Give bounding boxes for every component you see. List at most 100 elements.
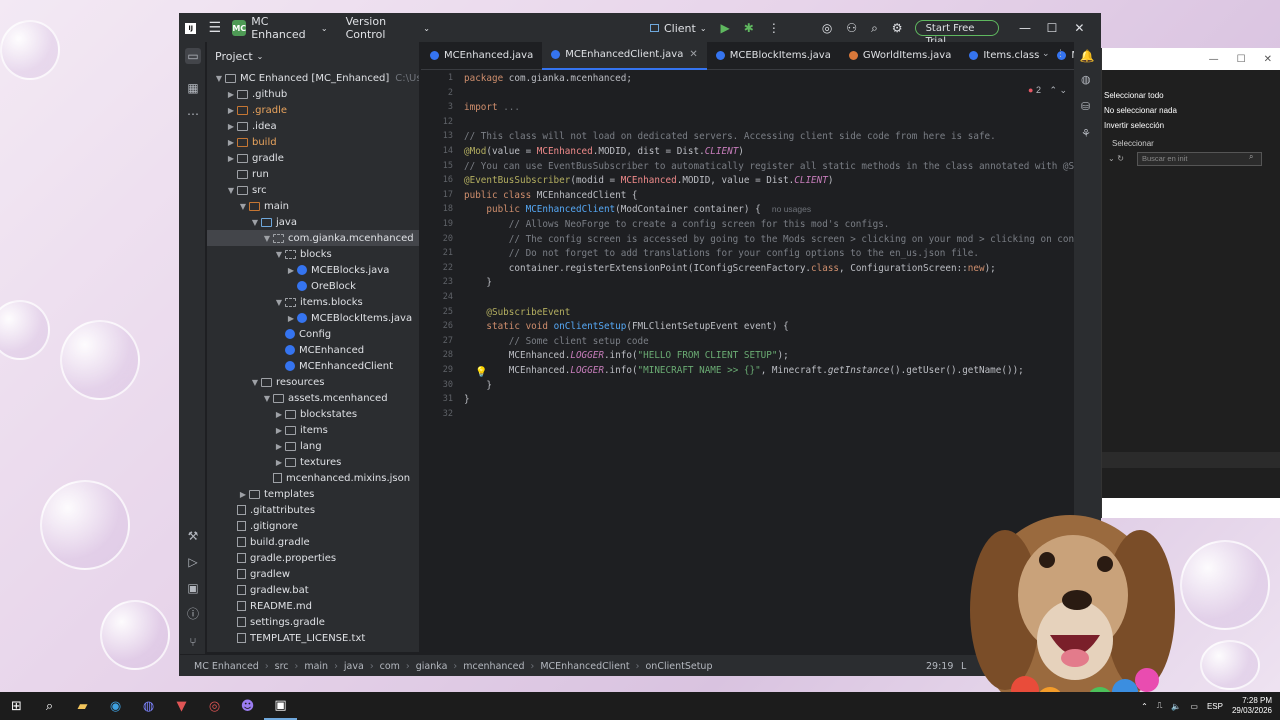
code-line[interactable]: } [464,394,470,405]
tray-chevron-icon[interactable]: ⌃ [1141,702,1148,711]
tree-item[interactable]: ▶ MCEBlockItems.java [207,310,412,326]
expanded-arrow-icon[interactable]: ▼ [225,186,237,195]
editor-tab[interactable]: MCEnhancedClient.java ✕ [542,41,707,70]
app-icon[interactable]: ▼ [165,692,198,720]
notifications-bell-icon[interactable]: 🔔 [1079,48,1095,64]
code-line[interactable]: container.registerExtensionPoint(IConfig… [464,263,996,274]
tree-item[interactable]: ▶ MCEBlocks.java [207,262,389,278]
collapsed-arrow-icon[interactable]: ▶ [225,90,237,99]
code-line[interactable]: @SubscribeEvent [464,307,570,318]
windows-start-icon[interactable]: ⊞ [0,692,33,720]
editor-tab[interactable]: MCEnhanced.java [421,42,542,70]
network-icon[interactable]: ⎍ [1157,701,1163,711]
language-indicator[interactable]: ESP [1207,702,1223,711]
terminal-tool-icon[interactable]: ▣ [185,580,201,596]
battery-icon[interactable]: ▭ [1190,702,1198,711]
tree-item[interactable]: ▼ com.gianka.mcenhanced [207,230,419,246]
cursor-position[interactable]: 29:19 [926,661,953,672]
tree-item[interactable]: ▶ templates [207,486,314,502]
tree-item[interactable]: .gitignore [207,518,298,534]
database-icon[interactable]: ⛁ [1081,100,1090,113]
expanded-arrow-icon[interactable]: ▼ [213,74,225,83]
tree-item[interactable]: ▶ build [207,134,277,150]
run-icon[interactable]: ▶ [721,14,730,42]
code-line[interactable]: @Mod(value = MCEnhanced.MODID, dist = Di… [464,146,744,157]
ai-chat-icon[interactable]: ◍ [1081,73,1091,86]
more-tools-icon[interactable]: ⋯ [185,106,201,122]
expanded-arrow-icon[interactable]: ▼ [261,234,273,243]
file-explorer-icon[interactable]: ▰ [66,692,99,720]
tree-item[interactable]: build.gradle [207,534,310,550]
clock[interactable]: 7:28 PM 29/03/2026 [1232,696,1272,716]
tree-item[interactable]: ▶ blockstates [207,406,357,422]
opera-browser-icon[interactable]: ◎ [198,692,231,720]
breadcrumb-item[interactable]: onClientSetup [645,661,712,672]
expanded-arrow-icon[interactable]: ▼ [273,250,285,259]
search-icon[interactable]: ⌕ [33,692,66,720]
tree-item[interactable]: .gitattributes [207,502,315,518]
vcs-selector[interactable]: Version Control ⌄ [346,14,430,42]
code-line[interactable]: } [464,277,492,288]
hamburger-menu-icon[interactable]: ☰ [201,14,228,42]
tabs-overflow-chevron-icon[interactable]: ⌄ [1042,49,1050,59]
close-tab-icon[interactable]: ✕ [689,49,697,60]
collapsed-arrow-icon[interactable]: ▶ [225,154,237,163]
code-line[interactable]: // Allows NeoForge to create a config sc… [464,219,890,230]
inspection-widget[interactable]: ● 2 ⌃ ⌄ [1028,85,1067,96]
collapsed-arrow-icon[interactable]: ▶ [285,266,297,275]
menu-item[interactable]: Invertir selección [1102,118,1177,133]
discord-icon[interactable]: ☻ [231,692,264,720]
settings-gear-icon[interactable]: ⚙ [892,14,903,42]
collapsed-arrow-icon[interactable]: ▶ [273,426,285,435]
git-tool-icon[interactable]: ⑂ [185,634,201,650]
breadcrumb-item[interactable]: MC Enhanced [194,661,259,672]
tree-item[interactable]: ▼ blocks [207,246,332,262]
code-line[interactable]: @EventBusSubscriber(modid = MCEnhanced.M… [464,175,833,186]
tree-item[interactable]: ▶ items [207,422,328,438]
tree-item[interactable]: mcenhanced.mixins.json [207,470,410,486]
breadcrumb-item[interactable]: mcenhanced [463,661,524,672]
collapsed-arrow-icon[interactable]: ▶ [225,122,237,131]
code-line[interactable]: // This class will not load on dedicated… [464,131,996,142]
build-tool-icon[interactable]: ⚒ [185,528,201,544]
tree-item[interactable]: gradle.properties [207,550,336,566]
collapsed-arrow-icon[interactable]: ▶ [225,138,237,147]
tree-item[interactable]: MCEnhancedClient [207,358,393,374]
breadcrumb-item[interactable]: src [275,661,289,672]
tree-item[interactable]: Config [207,326,331,342]
tree-item[interactable]: ▶ gradle [207,150,284,166]
tree-item[interactable]: ▼ items.blocks [207,294,363,310]
collapsed-arrow-icon[interactable]: ▶ [237,490,249,499]
expanded-arrow-icon[interactable]: ▼ [237,202,249,211]
collapsed-arrow-icon[interactable]: ▶ [285,314,297,323]
editor-tab[interactable]: MCEBlockItems.java [707,42,840,70]
volume-icon[interactable]: 🔈 [1171,702,1181,711]
code-line[interactable]: public MCEnhancedClient(ModContainer con… [464,204,811,215]
run-tool-icon[interactable]: ▷ [185,554,201,570]
tree-item[interactable]: ▶ .gradle [207,102,287,118]
code-line[interactable]: import ... [464,102,520,113]
more-icon[interactable]: ⋮ [1056,49,1065,59]
editor-tab[interactable]: GWorldItems.java [840,42,961,70]
code-line[interactable]: public class MCEnhancedClient { [464,190,638,201]
tree-item[interactable]: ▼ java [207,214,297,230]
code-line[interactable]: // You can use EventBusSubscriber to aut… [464,161,1100,172]
chrome-browser-icon[interactable]: ◍ [132,692,165,720]
breadcrumb-item[interactable]: MCEnhancedClient [540,661,629,672]
run-config-selector[interactable]: Client ⌄ [649,14,707,42]
tree-item[interactable]: TEMPLATE_LICENSE.txt [207,630,365,646]
tree-item[interactable]: run [207,166,269,182]
tree-item[interactable]: README.md [207,598,312,614]
collapsed-arrow-icon[interactable]: ▶ [225,106,237,115]
tree-item[interactable]: ▶ .idea [207,118,277,134]
close-icon[interactable]: ✕ [1264,54,1272,65]
more-icon[interactable]: ⋮ [768,14,780,42]
gradle-icon[interactable]: ⚘ [1081,127,1091,140]
tree-item[interactable]: ▶ lang [207,438,322,454]
project-tool-icon[interactable]: ▭ [185,48,201,64]
collapsed-arrow-icon[interactable]: ▶ [273,442,285,451]
tree-item[interactable]: MCEnhanced [207,342,364,358]
minimize-icon[interactable]: — [1209,54,1219,65]
collapsed-arrow-icon[interactable]: ▶ [273,458,285,467]
code-line[interactable]: MCEnhanced.LOGGER.info("HELLO FROM CLIEN… [464,350,789,361]
